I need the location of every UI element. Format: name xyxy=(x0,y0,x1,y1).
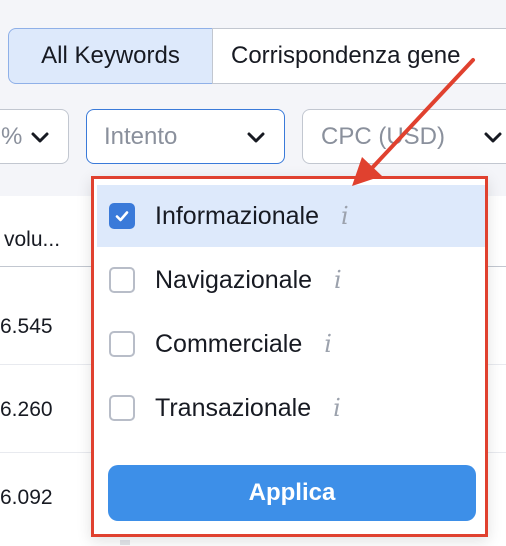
info-icon[interactable]: i xyxy=(334,266,342,294)
intent-dropdown-menu: Informazionale i Navigazionale i Commerc… xyxy=(91,176,488,537)
intent-filter-dropdown[interactable]: Intento xyxy=(86,109,285,164)
option-label: Navigazionale xyxy=(155,265,313,294)
chevron-down-icon xyxy=(247,132,265,143)
option-label: Informazionale xyxy=(155,201,319,230)
table-cell-volume: 6.260 xyxy=(0,398,53,421)
intent-option-commercial[interactable]: Commerciale i xyxy=(97,313,485,375)
percent-filter-label: % xyxy=(1,122,23,150)
intent-option-navigational[interactable]: Navigazionale i xyxy=(97,249,485,311)
option-label: Transazionale xyxy=(155,393,312,422)
tab-all-keywords[interactable]: All Keywords xyxy=(8,28,213,84)
chevron-down-icon xyxy=(484,132,502,143)
checkbox-checked[interactable] xyxy=(109,203,135,229)
percent-filter-dropdown[interactable]: % xyxy=(0,109,69,164)
cpc-filter-dropdown[interactable]: CPC (USD) xyxy=(302,109,506,164)
apply-button[interactable]: Applica xyxy=(108,465,476,521)
table-cell-volume: 6.092 xyxy=(0,486,53,509)
match-type-tabs: All Keywords Corrispondenza gene xyxy=(0,28,506,86)
intent-option-transactional[interactable]: Transazionale i xyxy=(97,377,485,439)
checkbox[interactable] xyxy=(109,395,135,421)
cpc-filter-label: CPC (USD) xyxy=(321,122,445,150)
tab-broad-match[interactable]: Corrispondenza gene xyxy=(212,28,506,84)
intent-filter-label: Intento xyxy=(104,122,178,150)
scrollbar-stub xyxy=(120,540,130,545)
checkbox[interactable] xyxy=(109,331,135,357)
chevron-down-icon xyxy=(31,132,49,143)
table-header-volume[interactable]: volu... xyxy=(0,196,85,267)
info-icon[interactable]: i xyxy=(341,202,349,230)
table-cell-volume: 6.545 xyxy=(0,315,53,338)
intent-option-informational[interactable]: Informazionale i xyxy=(97,185,485,247)
header-volume-label: volu... xyxy=(4,228,61,251)
option-label: Commerciale xyxy=(155,329,303,358)
checkmark-icon xyxy=(115,211,129,222)
checkbox[interactable] xyxy=(109,267,135,293)
info-icon[interactable]: i xyxy=(324,330,332,358)
info-icon[interactable]: i xyxy=(333,394,341,422)
